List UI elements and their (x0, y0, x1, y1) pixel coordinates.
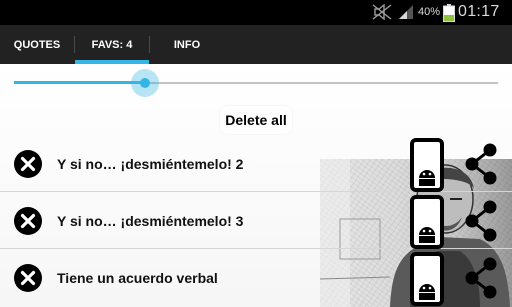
share-icon[interactable] (464, 143, 498, 185)
favorites-panel: Delete all Y si no… ¡desmiéntemelo! 2 Y … (0, 64, 512, 307)
phone-icon[interactable] (410, 252, 444, 306)
slider-thumb[interactable] (131, 69, 159, 97)
clock: 01:17 (458, 3, 500, 20)
remove-icon[interactable] (14, 264, 42, 292)
phone-icon[interactable] (410, 138, 444, 192)
remove-icon[interactable] (14, 150, 42, 178)
tab-info[interactable]: INFO (150, 25, 224, 64)
battery-icon (443, 4, 455, 22)
favorite-quote-text: Y si no… ¡desmiéntemelo! 3 (57, 213, 244, 229)
mute-icon (372, 4, 392, 20)
status-bar: 40% 01:17 (0, 0, 512, 25)
slider-fill (14, 81, 145, 84)
font-size-slider[interactable] (14, 66, 498, 98)
tab-bar: QUOTES FAVS: 4 INFO (0, 25, 512, 64)
tab-quotes[interactable]: QUOTES (0, 25, 74, 64)
tab-favs[interactable]: FAVS: 4 (75, 25, 149, 64)
favorite-row[interactable]: Tiene un acuerdo verbal (0, 250, 512, 306)
favorite-row[interactable]: Y si no… ¡desmiéntemelo! 3 (0, 193, 512, 249)
favorite-quote-text: Tiene un acuerdo verbal (57, 270, 218, 286)
favorite-row[interactable]: Y si no… ¡desmiéntemelo! 2 (0, 136, 512, 192)
favorite-quote-text: Y si no… ¡desmiéntemelo! 2 (57, 156, 244, 172)
battery-percent: 40% (418, 6, 441, 18)
signal-icon (399, 5, 413, 19)
share-icon[interactable] (464, 200, 498, 242)
delete-all-button[interactable]: Delete all (220, 106, 292, 134)
remove-icon[interactable] (14, 207, 42, 235)
phone-icon[interactable] (410, 195, 444, 249)
share-icon[interactable] (464, 257, 498, 299)
